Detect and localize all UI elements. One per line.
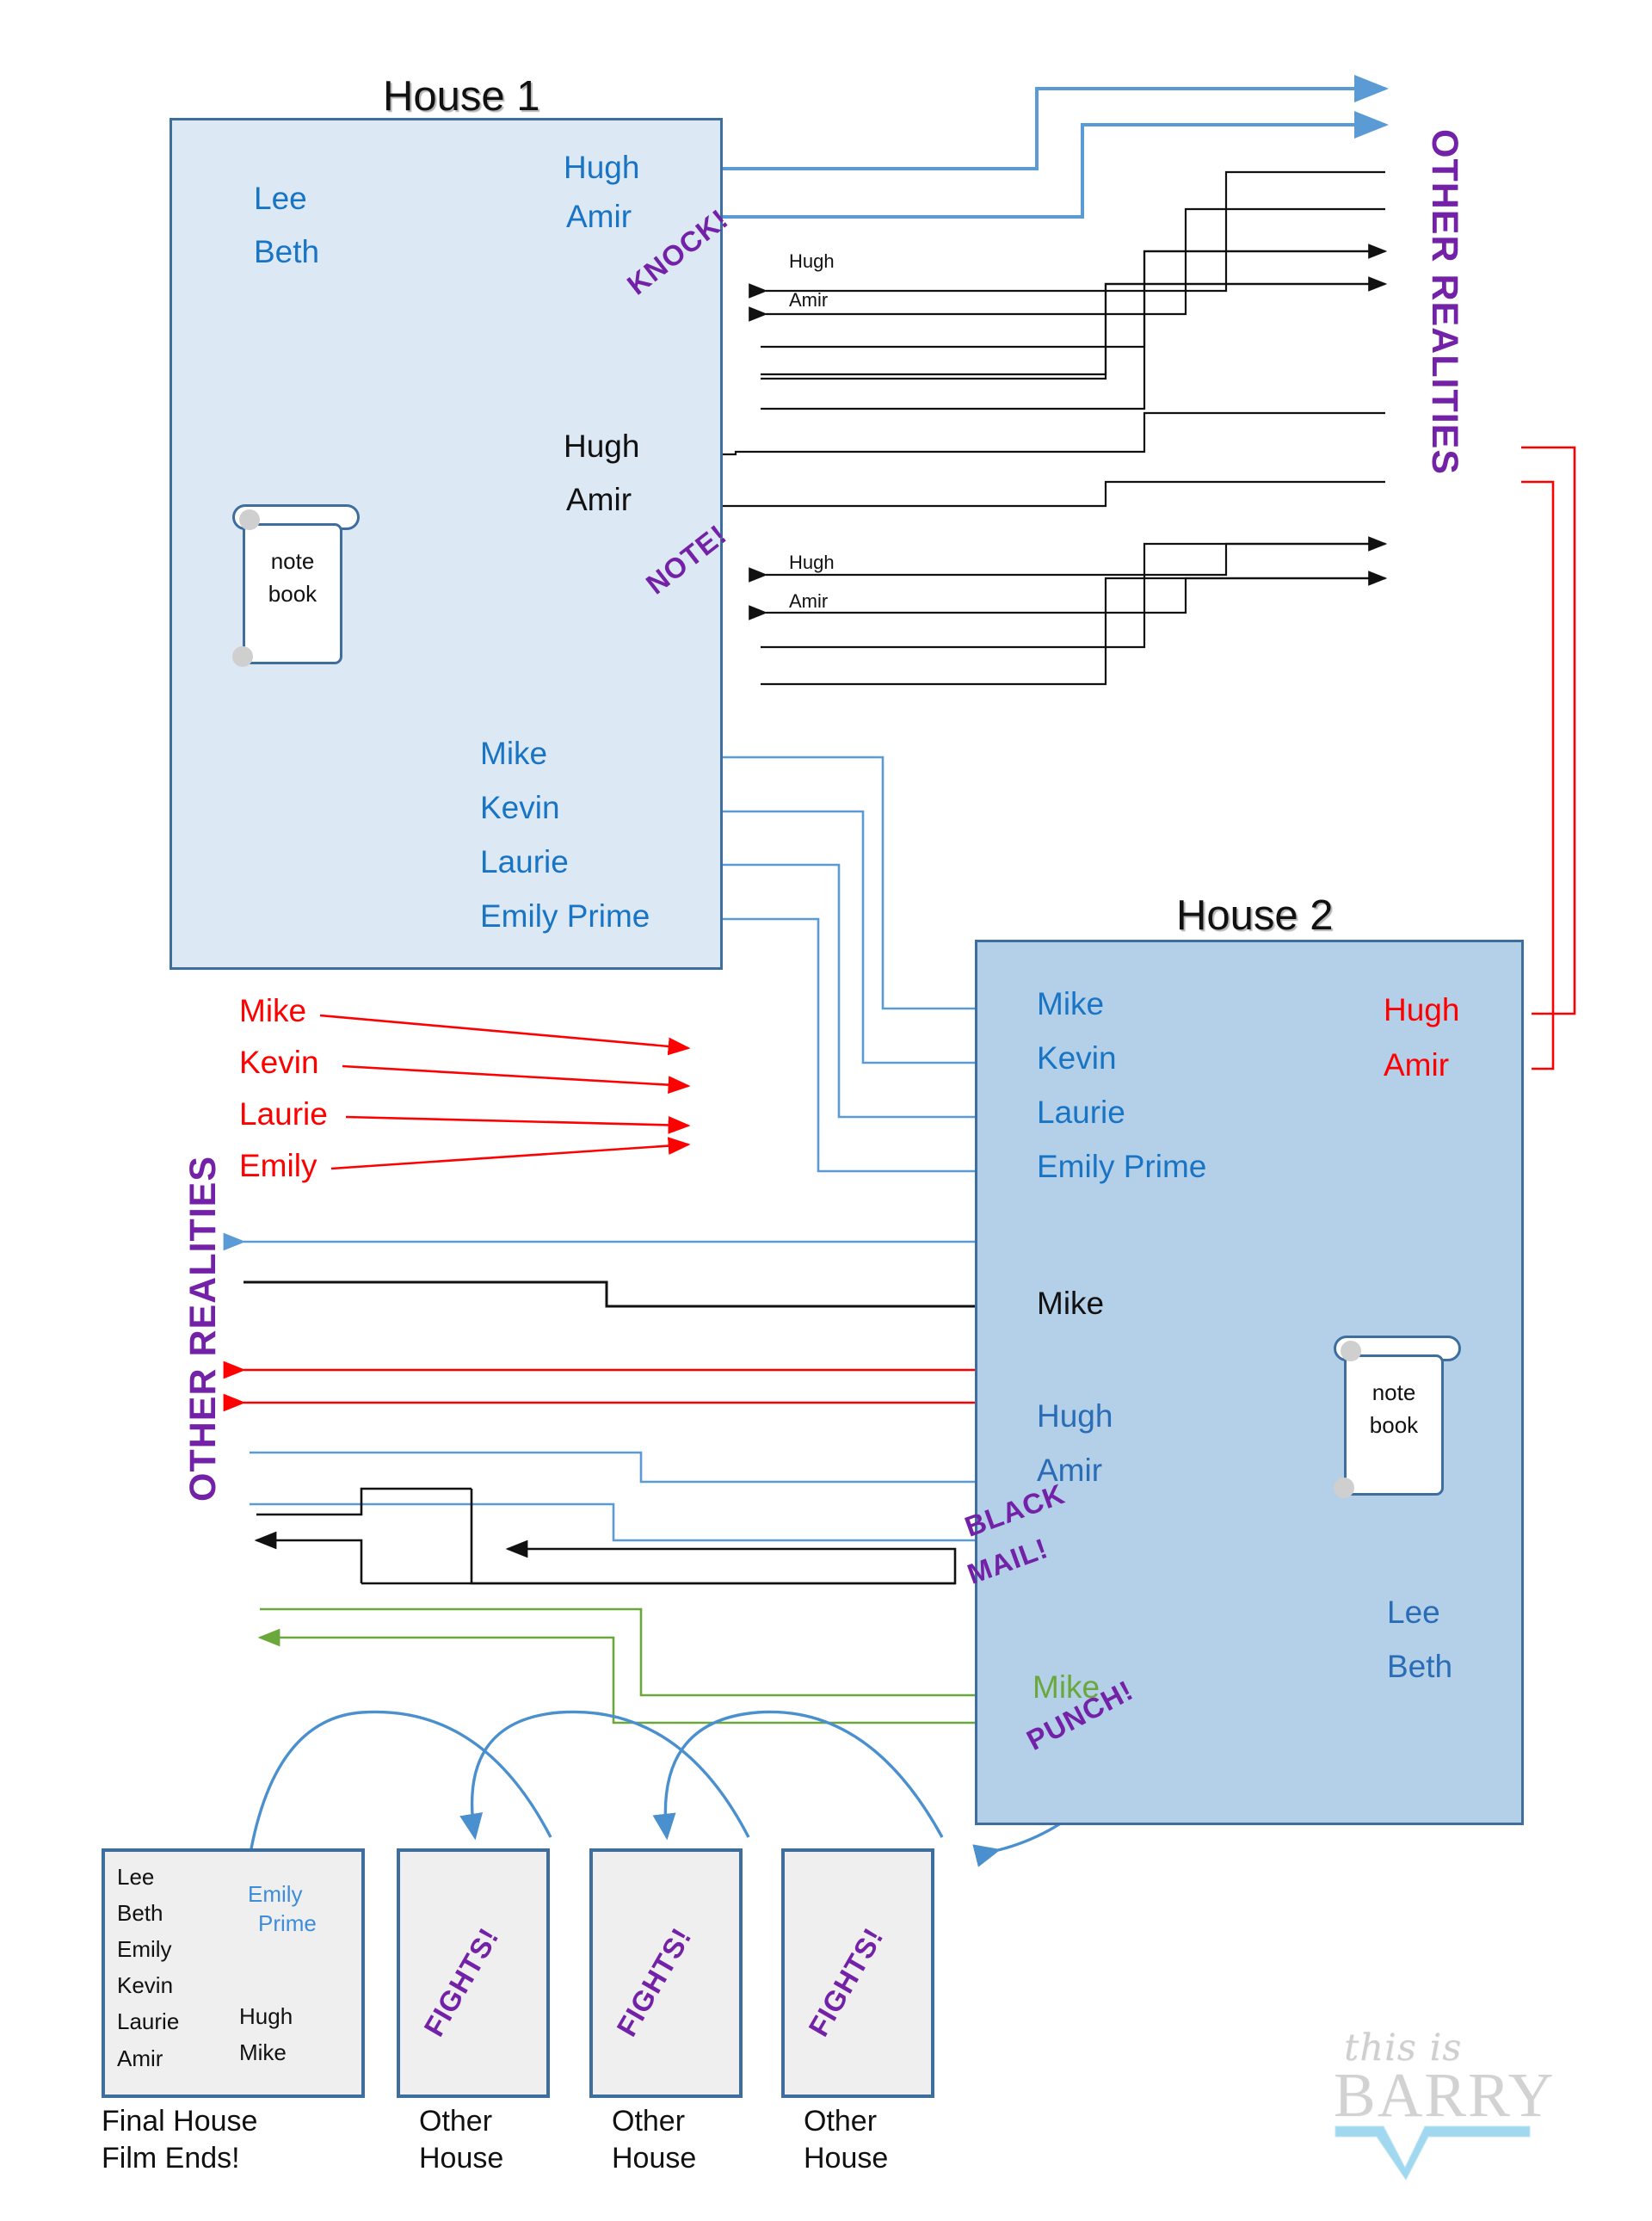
notebook-line2: book — [1369, 1411, 1419, 1438]
knock-in-amir: Amir — [789, 289, 829, 311]
house2-in-emily-prime: Emily Prime — [1037, 1149, 1207, 1184]
notebook-line1: note — [1372, 1379, 1416, 1405]
note-in-hugh: Hugh — [789, 552, 835, 573]
house2-red-amir: Amir — [1384, 1047, 1450, 1083]
final-house-member-mike: Mike — [239, 2039, 287, 2066]
house2-in-mike: Mike — [1037, 986, 1105, 1021]
house2-resident-beth: Beth — [1387, 1649, 1453, 1684]
house1-resident-beth: Beth — [254, 234, 320, 269]
house1-exit-emily-prime: Emily Prime — [480, 898, 650, 934]
notebook-knob-top — [239, 509, 260, 530]
notebook-knob-bottom — [232, 646, 253, 667]
other-house-caption-3-line2: House — [804, 2141, 889, 2175]
house2-title: House 2 — [1176, 892, 1334, 939]
other-house-caption-1-line2: House — [419, 2141, 504, 2175]
house2-resident-lee: Lee — [1387, 1595, 1440, 1630]
other-house-caption-1: Other House — [419, 2103, 503, 2176]
final-house-member-lee: Lee — [117, 1864, 155, 1890]
final-house-emily-prime: Emily Prime — [248, 1880, 317, 1939]
other-house-caption-3-line1: Other — [804, 2105, 878, 2138]
other-reality-sender-emily: Emily — [239, 1148, 317, 1183]
other-house-caption-2-line1: Other — [612, 2105, 686, 2138]
notebook-knob-top — [1341, 1341, 1361, 1361]
final-house-member-emily: Emily — [117, 1936, 172, 1963]
house1-out-amir: Amir — [566, 199, 632, 234]
house2-red-hugh: Hugh — [1384, 992, 1460, 1027]
final-house-col2: Hugh Mike — [239, 1998, 293, 2070]
logo-underline-icon — [1335, 2125, 1531, 2181]
other-realities-right-label: OTHER REALITIES — [1424, 129, 1465, 476]
final-house-col1: Lee Beth Emily Kevin Laurie Amir — [117, 1859, 179, 2076]
house1-resident-lee: Lee — [254, 181, 307, 216]
other-realities-left-label: OTHER REALITIES — [182, 1155, 224, 1502]
house1-exit-laurie: Laurie — [480, 844, 569, 879]
other-house-caption-2: Other House — [612, 2103, 696, 2176]
final-house-member-kevin: Kevin — [117, 1972, 174, 1999]
note-in-amir: Amir — [789, 590, 829, 612]
final-house-member-laurie: Laurie — [117, 2008, 180, 2035]
house1-in-hugh: Hugh — [564, 429, 640, 464]
house1-exit-mike: Mike — [480, 736, 548, 771]
other-reality-sender-kevin: Kevin — [239, 1045, 319, 1080]
house2-in-kevin: Kevin — [1037, 1040, 1117, 1076]
notebook-line1: note — [270, 548, 315, 574]
emily-prime-line1: Emily — [248, 1881, 303, 1907]
other-house-caption-1-line1: Other — [419, 2105, 493, 2138]
final-house-caption-line1: Final House — [102, 2105, 258, 2138]
house2-in-laurie: Laurie — [1037, 1095, 1125, 1130]
notebook-house1: note book — [231, 504, 385, 685]
house1-title: House 1 — [383, 73, 540, 120]
notebook-knob-bottom — [1334, 1478, 1354, 1498]
final-house-caption-line2: Film Ends! — [102, 2141, 240, 2175]
house1-in-amir: Amir — [566, 482, 632, 517]
house1-out-hugh: Hugh — [564, 150, 640, 185]
house1-exit-kevin: Kevin — [480, 790, 560, 825]
logo-line2: BARRY — [1334, 2060, 1556, 2130]
notebook-label: note book — [1344, 1377, 1444, 1441]
knock-in-hugh: Hugh — [789, 250, 835, 272]
this-is-barry-logo: this is BARRY — [1325, 2027, 1575, 2181]
diagram-canvas: House 1 Lee Beth Hugh Amir Hugh Amir KNO… — [0, 0, 1652, 2221]
notebook-label: note book — [243, 546, 342, 610]
final-house-member-amir: Amir — [117, 2045, 163, 2071]
notebook-house2: note book — [1332, 1336, 1487, 1516]
final-house-caption: Final House Film Ends! — [102, 2103, 257, 2176]
final-house-member-beth: Beth — [117, 1900, 163, 1927]
other-house-caption-3: Other House — [804, 2103, 888, 2176]
final-house-member-hugh: Hugh — [239, 2003, 293, 2029]
house2-black-mike: Mike — [1037, 1286, 1105, 1321]
other-house-caption-2-line2: House — [612, 2141, 697, 2175]
emily-prime-line2: Prime — [258, 1909, 317, 1936]
other-reality-sender-mike: Mike — [239, 993, 307, 1028]
other-reality-sender-laurie: Laurie — [239, 1096, 328, 1132]
notebook-line2: book — [268, 580, 317, 607]
house2-blue-hugh: Hugh — [1037, 1398, 1113, 1434]
